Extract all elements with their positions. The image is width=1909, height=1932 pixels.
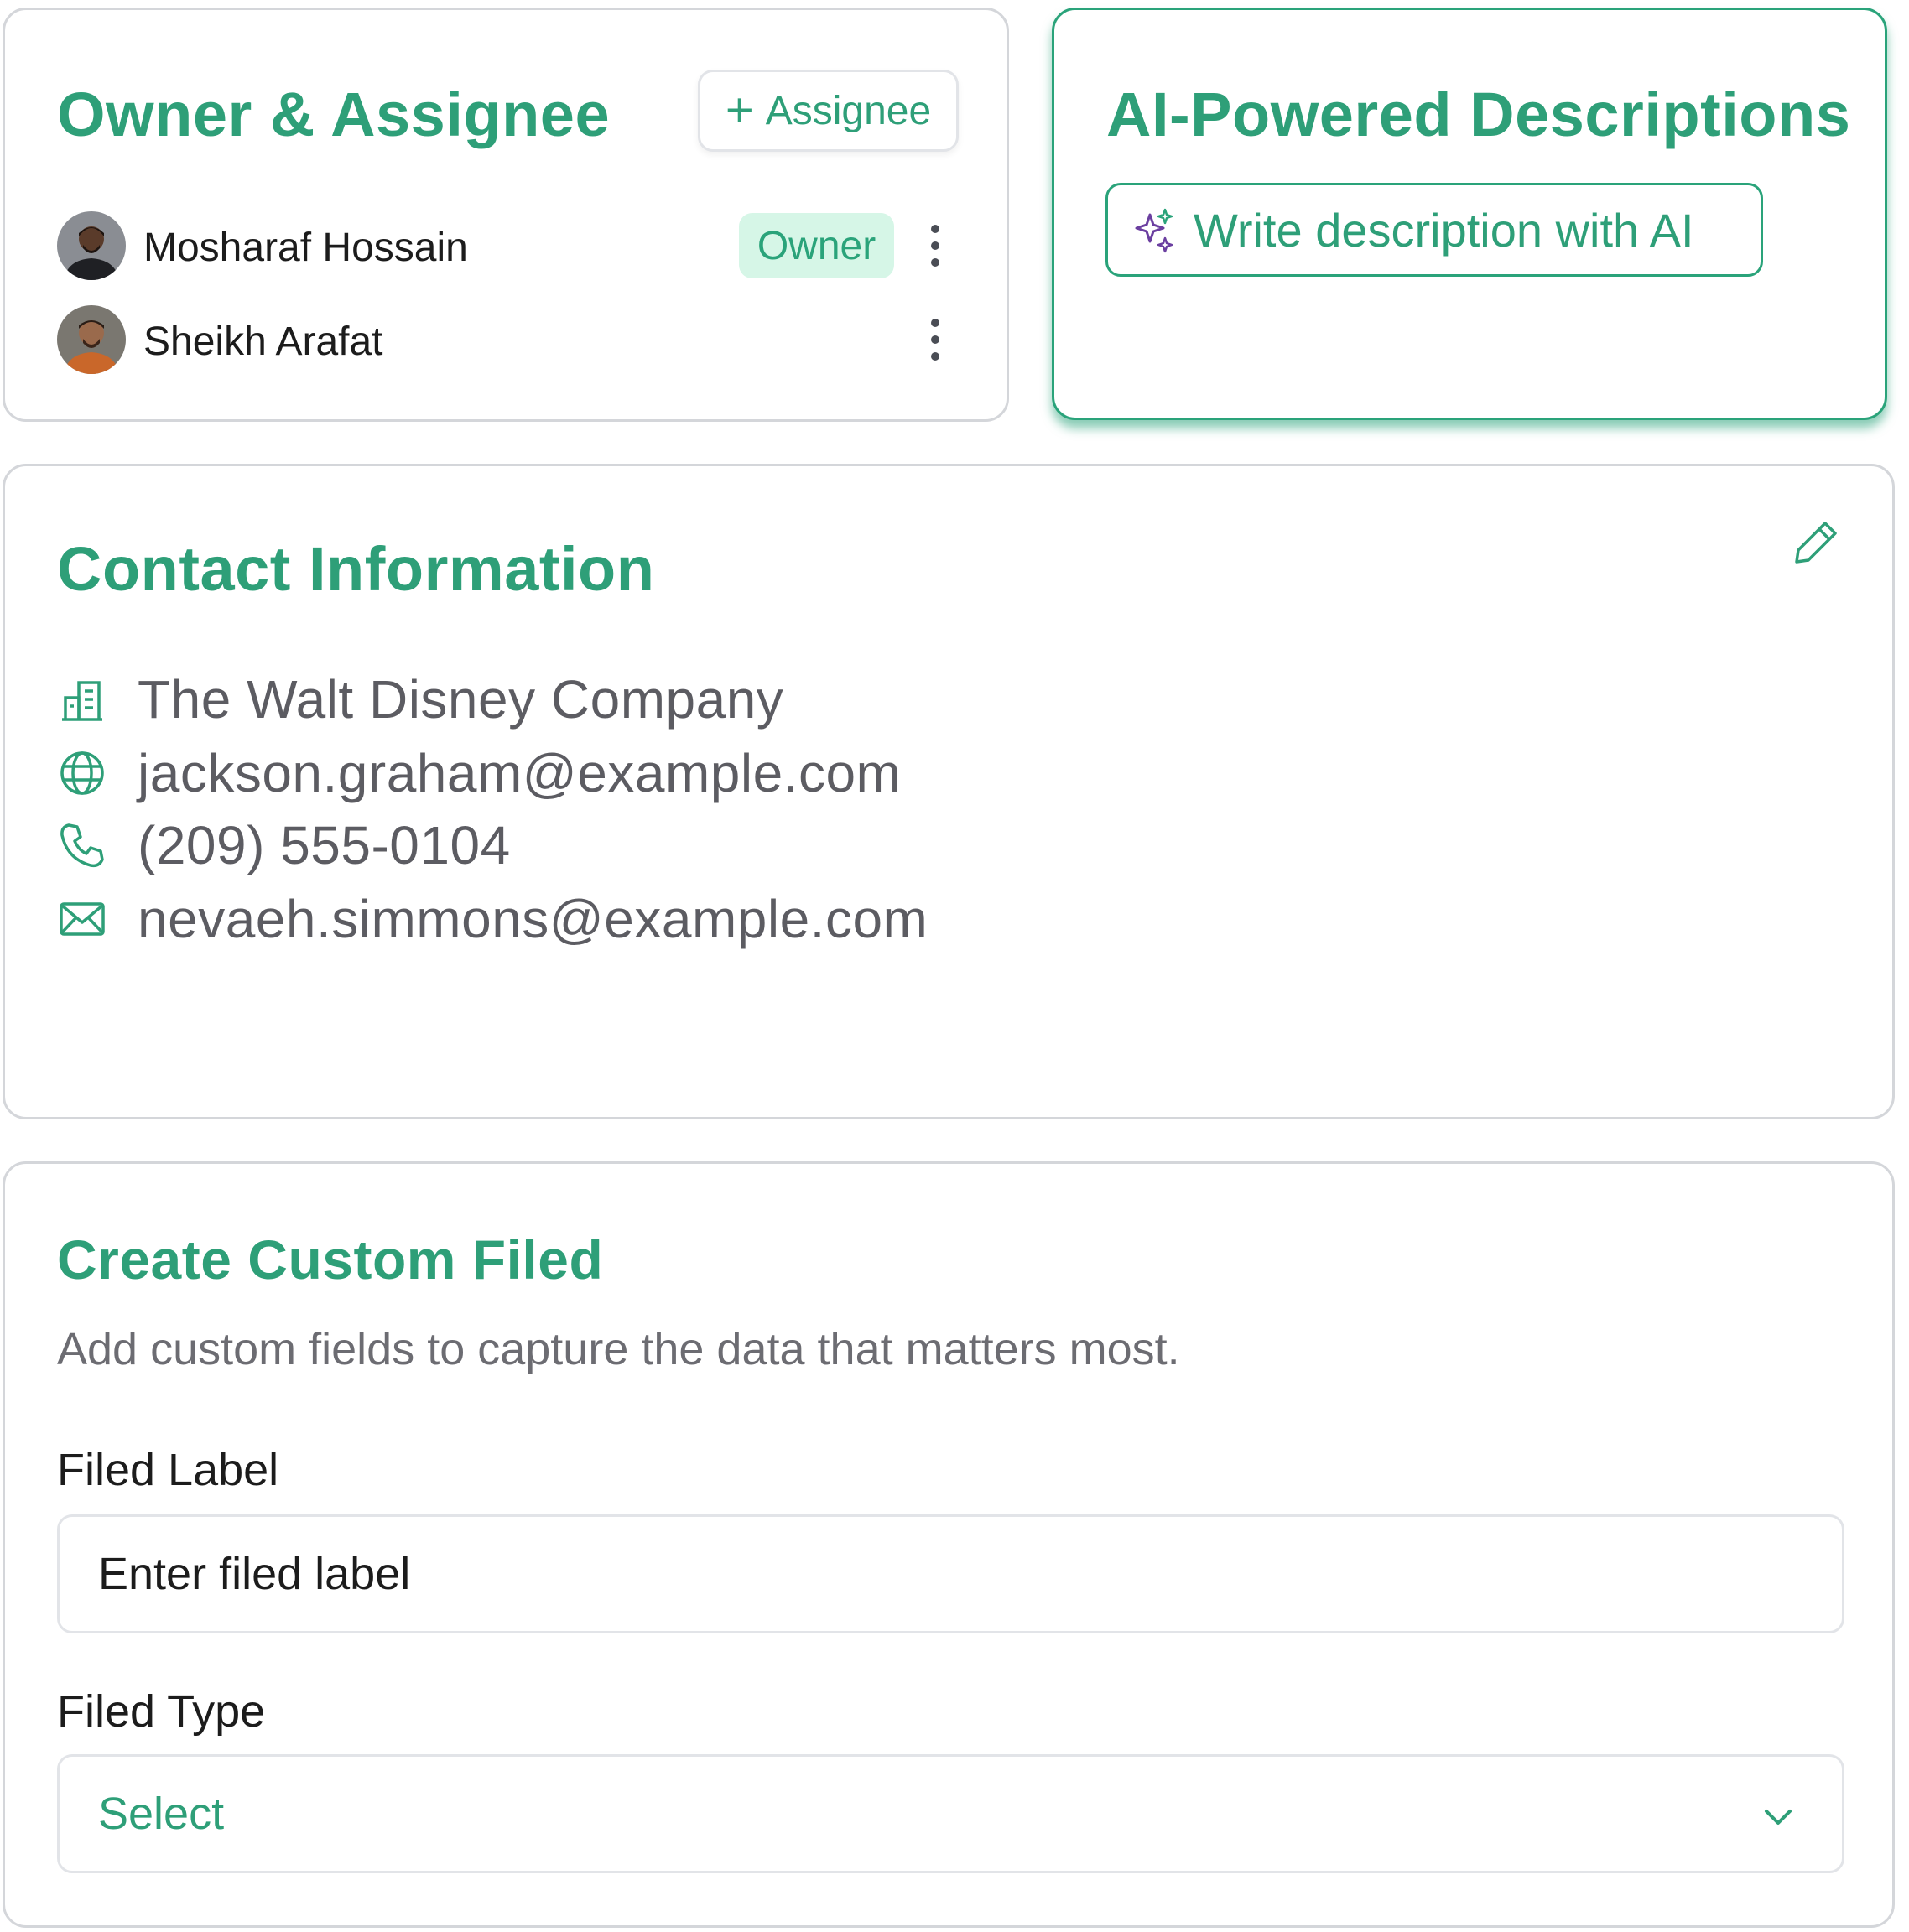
contact-email-row: nevaeh.simmons@example.com — [57, 886, 928, 953]
contact-company-row: The Walt Disney Company — [57, 666, 783, 733]
building-icon — [62, 681, 102, 721]
contact-website-row: jackson.graham@example.com — [57, 740, 901, 807]
contact-phone-row: (209) 555-0104 — [57, 812, 511, 879]
add-assignee-button[interactable]: + Assignee — [698, 70, 959, 152]
ai-descriptions-title: AI-Powered Descriptions — [1106, 80, 1851, 149]
write-description-ai-button[interactable]: Write description with AI — [1105, 183, 1763, 277]
field-type-selected-value: Select — [98, 1789, 225, 1839]
member-name: Mosharaf Hossain — [143, 226, 468, 270]
plus-icon: + — [725, 83, 754, 138]
mail-icon — [60, 902, 105, 936]
avatar — [57, 211, 126, 280]
globe-icon — [60, 751, 104, 795]
field-type-select[interactable]: Select — [57, 1754, 1844, 1873]
email-address-link[interactable]: nevaeh.simmons@example.com — [138, 888, 928, 950]
phone-number[interactable]: (209) 555-0104 — [138, 814, 511, 876]
field-label-input[interactable] — [57, 1514, 1844, 1633]
add-assignee-label: Assignee — [765, 88, 932, 133]
more-options-icon[interactable] — [925, 223, 945, 268]
member-row: Mosharaf Hossain Owner — [57, 211, 963, 280]
chevron-down-icon — [1765, 1810, 1792, 1825]
more-options-icon[interactable] — [925, 317, 945, 362]
edit-pencil-icon[interactable] — [1792, 518, 1840, 567]
contact-information-title: Contact Information — [57, 534, 655, 604]
write-description-label: Write description with AI — [1194, 203, 1694, 257]
phone-icon — [60, 823, 104, 868]
custom-field-title: Create Custom Filed — [57, 1228, 604, 1291]
owner-badge: Owner — [739, 213, 894, 278]
member-row: Sheikh Arafat — [57, 305, 963, 374]
custom-field-description: Add custom fields to capture the data th… — [57, 1324, 1180, 1374]
website-email-link[interactable]: jackson.graham@example.com — [138, 742, 901, 804]
company-name: The Walt Disney Company — [138, 669, 784, 730]
owner-assignee-title: Owner & Assignee — [57, 80, 611, 149]
contact-information-card: Contact Information The Walt Disney Comp… — [3, 464, 1895, 1119]
owner-assignee-card: Owner & Assignee + Assignee Mosharaf Hos… — [3, 8, 1009, 422]
ai-descriptions-card: AI-Powered Descriptions Write descriptio… — [1052, 8, 1887, 420]
field-type-label: Filed Type — [57, 1686, 266, 1737]
sparkle-icon — [1135, 208, 1173, 253]
field-label-label: Filed Label — [57, 1445, 279, 1495]
avatar — [57, 305, 126, 374]
member-name: Sheikh Arafat — [143, 319, 383, 364]
create-custom-field-card: Create Custom Filed Add custom fields to… — [3, 1161, 1895, 1928]
